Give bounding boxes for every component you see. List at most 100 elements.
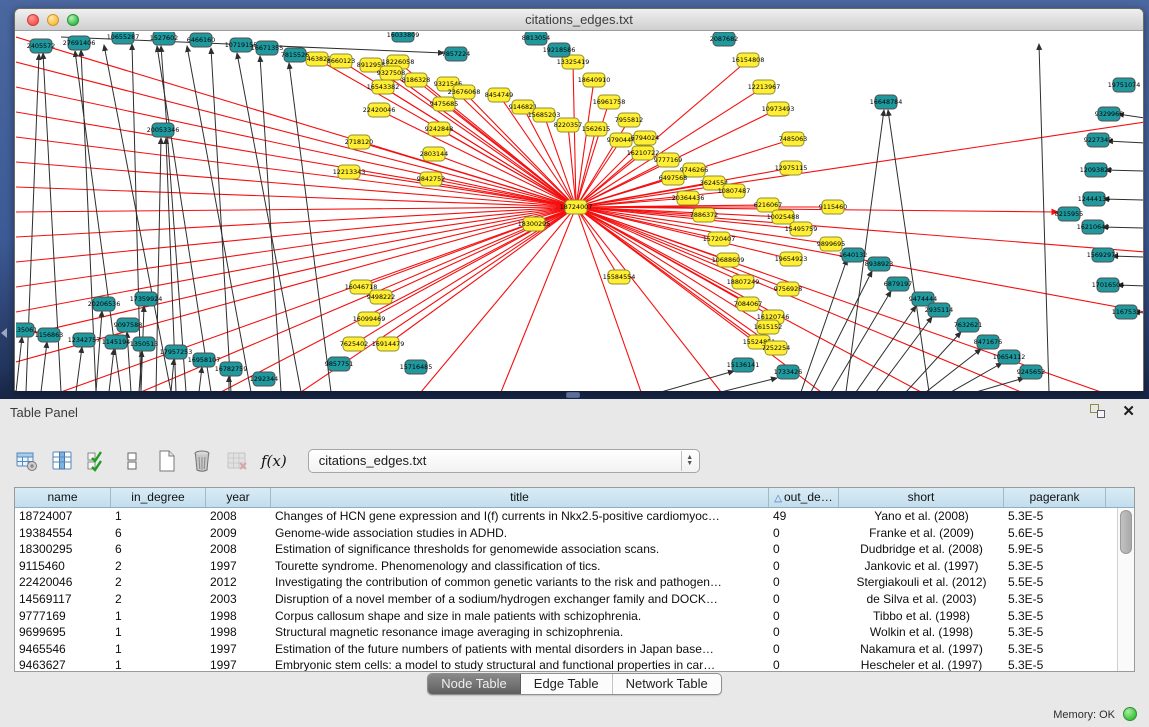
table-cell[interactable]: 1998	[206, 608, 271, 625]
table-row[interactable]: 946362711997Embryonic stem cells: a mode…	[15, 657, 1134, 672]
graph-node[interactable]: 1350513	[130, 337, 158, 351]
table-cell[interactable]: 2	[111, 591, 206, 608]
table-cell[interactable]: Estimation of significance thresholds fo…	[271, 541, 769, 558]
graph-node[interactable]: 15136141	[727, 358, 760, 372]
graph-node[interactable]: 6794024	[631, 131, 659, 145]
graph-node[interactable]: 7886372	[690, 208, 718, 222]
graph-node[interactable]: 22420046	[363, 103, 396, 117]
graph-node[interactable]: 7084067	[734, 297, 762, 311]
table-cell[interactable]: 2012	[206, 574, 271, 591]
column-header-short[interactable]: short	[839, 488, 1004, 507]
table-cell[interactable]: 5.3E-5	[1004, 657, 1106, 672]
table-cell[interactable]: 1	[111, 641, 206, 658]
graph-node[interactable]: 16671355	[251, 41, 284, 55]
table-cell[interactable]: 9465546	[15, 641, 111, 658]
table-cell[interactable]: 1	[111, 508, 206, 525]
graph-node[interactable]: 9842752	[417, 172, 445, 186]
graph-node[interactable]: 9777169	[654, 153, 682, 167]
table-cell[interactable]: 1997	[206, 558, 271, 575]
table-scrollbar[interactable]	[1117, 508, 1134, 671]
table-cell[interactable]: Disruption of a novel member of a sodium…	[271, 591, 769, 608]
table-cell[interactable]: 0	[769, 591, 839, 608]
table-cell[interactable]: 5.5E-5	[1004, 574, 1106, 591]
graph-node[interactable]: 16210643	[1077, 220, 1110, 234]
table-cell[interactable]: 9463627	[15, 657, 111, 672]
table-cell[interactable]: 18724007	[15, 508, 111, 525]
table-cell[interactable]: Nakamura et al. (1997)	[839, 641, 1004, 658]
table-cell[interactable]: 19384554	[15, 525, 111, 542]
table-cell[interactable]: 1997	[206, 641, 271, 658]
column-header-year[interactable]: year	[206, 488, 271, 507]
table-cell[interactable]: Embryonic stem cells: a model to study s…	[271, 657, 769, 672]
table-cell[interactable]: 0	[769, 541, 839, 558]
table-cell[interactable]: 6	[111, 525, 206, 542]
table-cell[interactable]: 18300295	[15, 541, 111, 558]
graph-node[interactable]: 8813054	[522, 32, 550, 45]
table-cell[interactable]: Changes of HCN gene expression and I(f) …	[271, 508, 769, 525]
graph-node[interactable]: 6879197	[884, 277, 912, 291]
table-cell[interactable]: Stergiakouli et al. (2012)	[839, 574, 1004, 591]
select-all-icon[interactable]	[84, 448, 110, 474]
table-cell[interactable]: 2	[111, 574, 206, 591]
table-row[interactable]: 1872400712008Changes of HCN gene express…	[15, 508, 1134, 525]
graph-node[interactable]: 9097588	[114, 318, 142, 332]
table-cell[interactable]: Hescheler et al. (1997)	[839, 657, 1004, 672]
graph-node[interactable]: 2718120	[345, 135, 373, 149]
table-cell[interactable]: 1997	[206, 657, 271, 672]
column-header-out_de[interactable]: △out_de…	[769, 488, 839, 507]
graph-node[interactable]: 9242848	[425, 122, 453, 136]
table-cell[interactable]: 0	[769, 624, 839, 641]
table-cell[interactable]: 5.3E-5	[1004, 608, 1106, 625]
panel-collapse-arrow-icon[interactable]	[1, 328, 7, 338]
graph-node[interactable]: 8660123	[327, 54, 355, 68]
graph-node[interactable]: 18640910	[578, 73, 611, 87]
graph-node[interactable]: 8454749	[485, 88, 513, 102]
graph-node[interactable]: 12342757	[68, 333, 101, 347]
graph-node[interactable]: 19751074	[1108, 78, 1141, 92]
graph-node[interactable]: 16033809	[387, 32, 420, 42]
graph-node[interactable]: 2803144	[420, 147, 448, 161]
table-cell[interactable]: Yano et al. (2008)	[839, 508, 1004, 525]
column-header-in_degree[interactable]: in_degree	[111, 488, 206, 507]
column-chooser-icon[interactable]	[49, 448, 75, 474]
table-cell[interactable]: 14569117	[15, 591, 111, 608]
column-header-pagerank[interactable]: pagerank	[1004, 488, 1106, 507]
graph-node[interactable]: 8215955	[1055, 207, 1083, 221]
column-header-title[interactable]: title	[271, 488, 769, 507]
table-cell[interactable]: 9115460	[15, 558, 111, 575]
table-cell[interactable]: 0	[769, 574, 839, 591]
delete-icon[interactable]	[189, 448, 215, 474]
table-cell[interactable]: 2009	[206, 525, 271, 542]
table-cell[interactable]: 5.3E-5	[1004, 624, 1106, 641]
table-row[interactable]: 2242004622012Investigating the contribut…	[15, 574, 1134, 591]
table-cell[interactable]: 1998	[206, 624, 271, 641]
network-canvas[interactable]: 7463822866012389129551822605893275088186…	[16, 32, 1143, 391]
tab-node-table[interactable]: Node Table	[428, 674, 521, 694]
table-cell[interactable]: 0	[769, 641, 839, 658]
table-cell[interactable]: 9777169	[15, 608, 111, 625]
table-cell[interactable]: Tourette syndrome. Phenomenology and cla…	[271, 558, 769, 575]
graph-node[interactable]: 16961758	[593, 95, 626, 109]
graph-node[interactable]: 18807249	[727, 275, 760, 289]
table-cell[interactable]: de Silva et al. (2003)	[839, 591, 1004, 608]
table-cell[interactable]: 1	[111, 608, 206, 625]
table-cell[interactable]: 1	[111, 657, 206, 672]
graph-node[interactable]: 9899695	[817, 237, 845, 251]
graph-node[interactable]: 7252254	[762, 341, 790, 355]
table-cell[interactable]: 2	[111, 558, 206, 575]
graph-node[interactable]: 7815526	[281, 48, 309, 62]
graph-node[interactable]: 2087682	[710, 32, 738, 46]
graph-node[interactable]: 6497568	[659, 171, 687, 185]
graph-node[interactable]: 12444134	[1078, 192, 1111, 206]
graph-node[interactable]: 20364436	[672, 191, 705, 205]
table-cell[interactable]: 2008	[206, 541, 271, 558]
graph-node[interactable]: 10655287	[107, 32, 140, 44]
scrollbar-thumb[interactable]	[1120, 510, 1132, 554]
table-cell[interactable]: 5.3E-5	[1004, 591, 1106, 608]
graph-node[interactable]: 15716485	[400, 360, 433, 374]
graph-node[interactable]: 27691406	[63, 36, 96, 50]
graph-node[interactable]: 1733426	[774, 365, 802, 379]
table-cell[interactable]: Franke et al. (2009)	[839, 525, 1004, 542]
table-row[interactable]: 1830029562008Estimation of significance …	[15, 541, 1134, 558]
graph-node[interactable]: 9475685	[430, 97, 458, 111]
